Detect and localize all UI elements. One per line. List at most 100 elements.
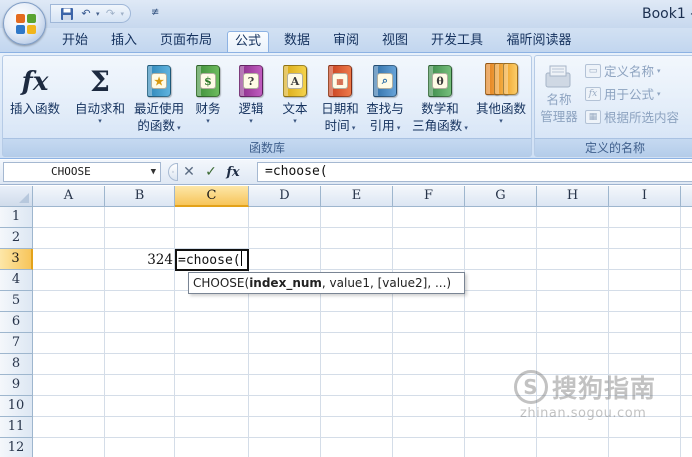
insert-function-button[interactable]: fx 插入函数 — [5, 61, 65, 117]
row-header[interactable]: 8 — [0, 354, 33, 375]
office-button[interactable] — [3, 2, 46, 45]
customize-qat-icon[interactable]: ≢ — [151, 7, 159, 18]
math-trig-button[interactable]: θ 数学和 三角函数 ▾ — [407, 61, 473, 134]
multi-book-icon — [485, 61, 518, 97]
active-cell-c3[interactable]: =choose( — [175, 249, 249, 271]
more-functions-label: 其他函数 — [475, 101, 526, 116]
name-manager-button[interactable]: 名称 管理器 — [536, 60, 582, 125]
tab-foxit-reader[interactable]: 福昕阅读器 — [499, 31, 579, 52]
gridline — [33, 311, 692, 312]
formula-input[interactable]: =choose( — [257, 162, 692, 182]
define-name-icon: ▭ — [585, 63, 601, 78]
row-header[interactable]: 7 — [0, 333, 33, 354]
tooltip-function-name[interactable]: CHOOSE( — [193, 276, 249, 290]
name-manager-label: 名称 — [546, 92, 572, 107]
text-button[interactable]: A 文本 ▾ — [276, 61, 314, 125]
chevron-down-icon[interactable]: ▼ — [151, 163, 156, 181]
date-time-label: 日期和 — [321, 101, 359, 116]
defined-names-group-label: 定义的名称 — [535, 138, 692, 156]
name-box-value: CHOOSE — [51, 165, 91, 178]
financial-button[interactable]: $ 财务 ▾ — [189, 61, 227, 125]
chevron-down-icon: ▾ — [499, 117, 503, 125]
column-header[interactable]: F — [393, 186, 465, 207]
tab-review[interactable]: 审阅 — [326, 31, 366, 52]
formula-controls: ◦ ✕ ✓ fx — [168, 162, 254, 182]
define-name-button[interactable]: ▭ 定义名称 ▾ — [585, 61, 661, 80]
column-header[interactable]: A — [33, 186, 105, 207]
tooltip-current-argument[interactable]: index_num — [249, 276, 322, 290]
gridline — [33, 248, 692, 249]
calendar-book-icon: ▦ — [324, 61, 356, 97]
select-all-button[interactable] — [0, 186, 33, 207]
name-manager-label-2: 管理器 — [540, 109, 578, 124]
text-cursor — [240, 251, 242, 266]
tab-view[interactable]: 视图 — [375, 31, 415, 52]
undo-icon[interactable]: ↶ — [78, 7, 94, 21]
row-header[interactable]: 6 — [0, 312, 33, 333]
recently-used-label: 最近使用 — [133, 101, 184, 116]
row-header[interactable]: 10 — [0, 396, 33, 417]
resize-grip-icon[interactable]: ◦ — [168, 163, 178, 181]
row-header[interactable]: 1 — [0, 207, 33, 228]
financial-label: 财务 — [195, 101, 221, 116]
lookup-reference-button[interactable]: ⌕ 查找与 引用 ▾ — [362, 61, 408, 134]
use-in-formula-icon: fx — [585, 86, 601, 101]
window-title: Book1 - — [642, 6, 692, 22]
row-header[interactable]: 11 — [0, 417, 33, 438]
column-header[interactable]: B — [105, 186, 175, 207]
column-header[interactable]: I — [609, 186, 681, 207]
fx-icon: fx — [21, 67, 49, 97]
more-functions-button[interactable]: 其他函数 ▾ — [471, 61, 531, 125]
function-library-group-label: 函数库 — [3, 138, 531, 156]
column-header[interactable]: H — [537, 186, 609, 207]
tab-developer[interactable]: 开发工具 — [424, 31, 490, 52]
row-header[interactable]: 5 — [0, 291, 33, 312]
enter-icon[interactable]: ✓ — [200, 163, 222, 181]
redo-dropdown-icon[interactable]: ▾ — [121, 10, 125, 18]
star-book-icon: ★ — [143, 61, 175, 97]
cancel-icon[interactable]: ✕ — [178, 163, 200, 181]
chevron-down-icon: ▾ — [657, 66, 661, 75]
math-trig-label: 数学和 — [421, 101, 459, 116]
formula-bar: CHOOSE ▼ ◦ ✕ ✓ fx =choose( — [0, 160, 692, 185]
gridline — [33, 332, 692, 333]
row-header[interactable]: 12 — [0, 438, 33, 457]
redo-icon[interactable]: ↷ — [103, 7, 119, 21]
column-header[interactable]: G — [465, 186, 537, 207]
recently-used-button[interactable]: ★ 最近使用 的函数 ▾ — [130, 61, 188, 134]
tab-page-layout[interactable]: 页面布局 — [153, 31, 219, 52]
office-logo-icon — [16, 14, 36, 34]
tab-insert[interactable]: 插入 — [104, 31, 144, 52]
function-argument-tooltip[interactable]: CHOOSE(index_num, value1, [value2], ...) — [188, 272, 465, 294]
sigma-icon: Σ — [90, 65, 110, 98]
row-header-selected[interactable]: 3 — [0, 249, 33, 270]
date-time-button[interactable]: ▦ 日期和 时间 ▾ — [318, 61, 362, 134]
row-header[interactable]: 2 — [0, 228, 33, 249]
chevron-down-icon: ▾ — [293, 117, 297, 125]
insert-function-icon[interactable]: fx — [222, 163, 244, 181]
watermark-title: 搜狗指南 — [552, 374, 657, 403]
tab-data[interactable]: 数据 — [277, 31, 317, 52]
watermark-url: zhinan.sogou.com — [520, 406, 647, 421]
use-in-formula-button[interactable]: fx 用于公式 ▾ — [585, 84, 661, 103]
row-header[interactable]: 4 — [0, 270, 33, 291]
cell-b3[interactable]: 324 — [105, 250, 175, 270]
create-from-selection-label: 根据所选内容 — [604, 110, 680, 125]
autosum-button[interactable]: Σ 自动求和 ▾ — [71, 61, 129, 126]
create-from-selection-button[interactable]: ▦ 根据所选内容 — [585, 107, 679, 126]
column-header-selected[interactable]: C — [175, 186, 249, 207]
column-header[interactable]: D — [249, 186, 321, 207]
name-box[interactable]: CHOOSE ▼ — [3, 162, 161, 182]
tab-home[interactable]: 开始 — [55, 31, 95, 52]
worksheet-grid[interactable]: A B C D E F G H I 1 2 3 4 5 6 7 8 9 10 1… — [0, 186, 692, 457]
save-icon[interactable] — [59, 7, 75, 21]
column-header[interactable]: E — [321, 186, 393, 207]
logical-label: 逻辑 — [238, 101, 264, 116]
undo-dropdown-icon[interactable]: ▾ — [96, 10, 100, 18]
row-header[interactable]: 9 — [0, 375, 33, 396]
logical-button[interactable]: ? 逻辑 ▾ — [232, 61, 270, 125]
theta-book-icon: θ — [424, 61, 456, 97]
column-header[interactable] — [681, 186, 692, 207]
tab-formulas[interactable]: 公式 — [227, 31, 269, 52]
use-in-formula-label: 用于公式 — [604, 87, 655, 102]
